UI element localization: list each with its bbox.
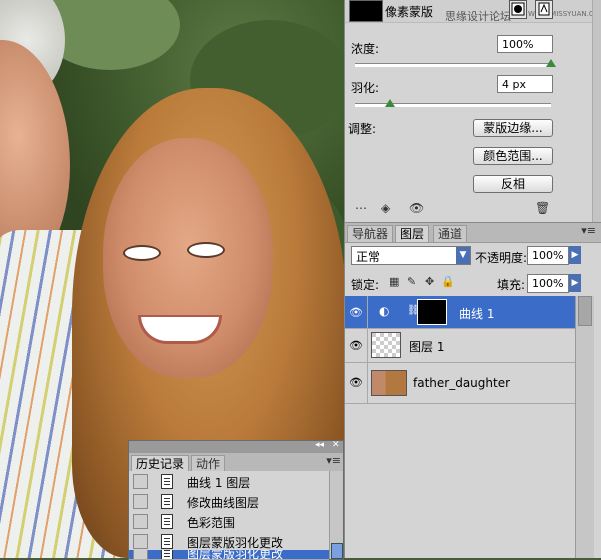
tab-navigator[interactable]: 导航器: [347, 225, 394, 242]
vector-mask-button[interactable]: [535, 0, 553, 19]
layers-scrollbar-thumb[interactable]: [578, 296, 592, 326]
refine-label: 调整:: [348, 122, 377, 136]
load-selection-icon[interactable]: ⋯: [355, 201, 367, 215]
layers-tab-bar: 导航器 图层 通道 ▾≡: [345, 222, 601, 243]
chevron-down-icon: ▼: [456, 247, 470, 264]
panel-menu-icon[interactable]: ▾≡: [581, 224, 596, 237]
lock-transparent-icon[interactable]: ▦: [389, 275, 399, 288]
tab-history[interactable]: 历史记录: [131, 455, 190, 472]
fill-flyout-arrow[interactable]: ▶: [569, 274, 581, 292]
tab-layers[interactable]: 图层: [395, 225, 430, 242]
history-item-label: 修改曲线图层: [187, 496, 260, 510]
mask-thumbnail[interactable]: [349, 0, 383, 22]
density-label: 浓度:: [351, 42, 380, 56]
tab-actions[interactable]: 动作: [191, 455, 226, 472]
history-item-label: 图层蒙版羽化更改: [187, 550, 284, 560]
history-item-label: 色彩范围: [187, 516, 236, 530]
lock-image-icon[interactable]: ✎: [407, 275, 416, 288]
history-scrollbar[interactable]: [329, 471, 343, 559]
lock-position-icon[interactable]: ✥: [425, 275, 434, 288]
right-panel-dock: 像素蒙版 思缘设计论坛 WWW.MISSYUAN.COM 浓度: 100% 羽化…: [344, 0, 601, 558]
layer-visibility-toggle[interactable]: 👁: [345, 329, 368, 362]
color-range-button[interactable]: 颜色范围...: [473, 147, 553, 165]
layer-row[interactable]: 👁 图层 1: [345, 329, 575, 363]
trash-icon[interactable]: 🗑: [535, 201, 550, 215]
vector-mask-icon: [538, 2, 550, 16]
history-snapshot-checkbox[interactable]: [133, 550, 148, 559]
layer-name[interactable]: father_daughter: [413, 376, 510, 390]
history-item[interactable]: 图层蒙版羽化更改: [129, 531, 329, 552]
apply-mask-icon[interactable]: ◈: [381, 201, 390, 215]
layers-scrollbar[interactable]: [575, 296, 594, 558]
history-panel: ◂◂ ✕ 历史记录 动作 ▾≡ 曲线 1 图层 修改曲线图层 色彩范围 图层蒙版…: [128, 440, 344, 560]
adjustment-layer-icon: ◐: [379, 304, 390, 318]
tab-channels[interactable]: 通道: [433, 225, 468, 242]
history-state-icon: [161, 474, 173, 489]
feather-label: 羽化:: [351, 81, 380, 95]
lock-all-icon[interactable]: 🔒: [441, 275, 455, 288]
eye-icon: 👁: [349, 339, 363, 352]
history-state-icon: [161, 550, 173, 559]
layer-visibility-toggle[interactable]: 👁: [345, 363, 368, 403]
history-item[interactable]: 图层蒙版羽化更改: [129, 550, 329, 560]
layer-thumbnail[interactable]: [371, 332, 401, 358]
blend-mode-select[interactable]: 正常 ▼: [351, 246, 471, 265]
watermark-text: 思缘设计论坛: [445, 10, 511, 23]
history-item[interactable]: 修改曲线图层: [129, 491, 329, 512]
history-item-label: 曲线 1 图层: [187, 476, 251, 490]
history-scrollbar-thumb[interactable]: [331, 543, 343, 559]
masks-footer-icons: ⋯ ◈ 👁 🗑: [345, 201, 593, 219]
density-field[interactable]: 100%: [497, 35, 553, 53]
eye-icon: 👁: [349, 376, 363, 389]
masks-panel-scrollbar[interactable]: [592, 0, 601, 222]
opacity-flyout-arrow[interactable]: ▶: [569, 246, 581, 264]
masks-panel-title: 像素蒙版: [385, 5, 434, 19]
density-slider-thumb[interactable]: [546, 59, 556, 67]
history-snapshot-checkbox[interactable]: [133, 474, 148, 489]
history-state-icon: [161, 534, 173, 549]
collapse-icon[interactable]: ◂◂: [315, 440, 324, 450]
feather-field[interactable]: 4 px: [497, 75, 553, 93]
mask-edge-button[interactable]: 蒙版边缘...: [473, 119, 553, 137]
right-eye: [187, 242, 225, 258]
history-snapshot-checkbox[interactable]: [133, 534, 148, 549]
panel-menu-icon[interactable]: ▾≡: [326, 454, 341, 467]
history-snapshot-checkbox[interactable]: [133, 514, 148, 529]
layer-visibility-toggle[interactable]: 👁: [345, 296, 368, 328]
layer-name[interactable]: 曲线 1: [459, 305, 494, 322]
history-tab-bar: 历史记录 动作 ▾≡: [129, 453, 343, 472]
layer-thumbnail[interactable]: [371, 370, 407, 396]
history-state-icon: [161, 514, 173, 529]
close-icon[interactable]: ✕: [332, 440, 340, 450]
layer-mask-thumbnail[interactable]: [417, 299, 447, 325]
invert-button[interactable]: 反相: [473, 175, 553, 193]
feather-slider-thumb[interactable]: [385, 99, 396, 107]
history-item[interactable]: 色彩范围: [129, 511, 329, 532]
left-eye: [123, 245, 161, 261]
history-snapshot-checkbox[interactable]: [133, 494, 148, 509]
history-item[interactable]: 曲线 1 图层: [129, 471, 329, 492]
opacity-label: 不透明度:: [475, 251, 528, 265]
layer-row[interactable]: 👁 ◐ ⛓ 曲线 1: [345, 296, 575, 329]
pixel-mask-button[interactable]: [509, 0, 527, 19]
layer-row[interactable]: 👁 father_daughter: [345, 363, 575, 404]
history-state-icon: [161, 494, 173, 509]
fill-label: 填充:: [497, 278, 526, 292]
history-title-strip: ◂◂ ✕: [129, 440, 343, 453]
visibility-eye-icon[interactable]: 👁: [409, 201, 424, 215]
fill-field[interactable]: 100%: [527, 274, 569, 293]
eye-icon: 👁: [349, 306, 363, 319]
opacity-field[interactable]: 100%: [527, 246, 569, 265]
density-slider[interactable]: [355, 63, 551, 67]
pixel-mask-icon: [511, 2, 525, 16]
blend-mode-value: 正常: [356, 250, 381, 264]
history-item-label: 图层蒙版羽化更改: [187, 536, 284, 550]
lock-label: 锁定:: [351, 278, 380, 292]
masks-header: 像素蒙版 思缘设计论坛 WWW.MISSYUAN.COM: [345, 0, 601, 23]
layer-name[interactable]: 图层 1: [409, 338, 444, 355]
